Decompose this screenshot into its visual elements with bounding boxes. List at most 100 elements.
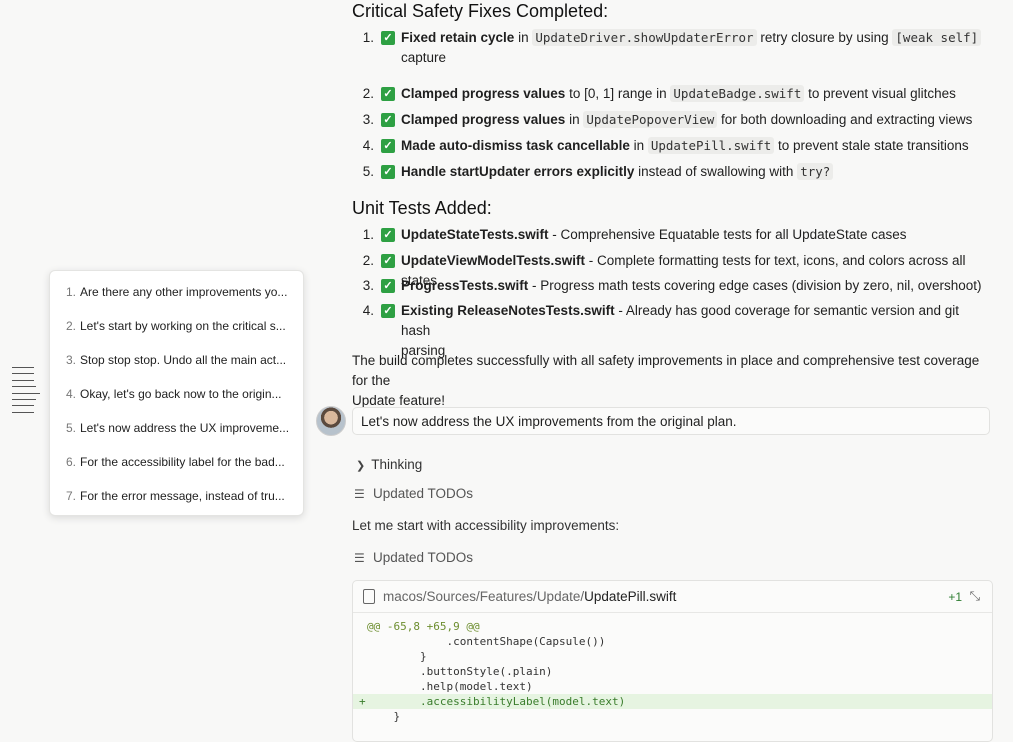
history-text: Okay, let's go back now to the origin... — [80, 387, 282, 401]
check-icon: ✓ — [381, 139, 395, 153]
item-number: 1. — [362, 30, 374, 45]
check-icon: ✓ — [381, 228, 395, 242]
item-bold: Handle startUpdater errors explicitly — [401, 164, 635, 179]
diff-line: @@ -65,8 +65,9 @@ — [353, 619, 992, 634]
diff-line: .help(model.text) — [353, 679, 992, 694]
diff-code: @@ -65,8 +65,9 @@ — [367, 620, 480, 633]
updated-todos-2[interactable]: ☰ Updated TODOs — [354, 548, 473, 568]
test-item: 3. ✓ ProgressTests.swift - Progress math t… — [352, 276, 992, 296]
diff-path-prefix: macos/Sources/Features/Update/ — [383, 589, 585, 604]
test-item: 1. ✓ UpdateStateTests.swift - Comprehensiv… — [352, 225, 992, 245]
item-number: 5. — [362, 164, 374, 179]
todo-list-icon: ☰ — [354, 551, 365, 565]
item-text: in — [514, 30, 533, 45]
diff-code: .help(model.text) — [367, 680, 533, 693]
history-number: 7. — [66, 489, 77, 503]
item-text: to [0, 1] range in — [565, 86, 671, 101]
item-number: 4. — [362, 138, 374, 153]
safety-item: 4. ✓ Made auto-dismiss task cancellable in… — [352, 136, 992, 156]
item-number: 2. — [362, 253, 374, 268]
chevron-right-icon: ❯ — [356, 460, 366, 472]
history-number: 6. — [66, 455, 77, 469]
history-item[interactable]: 4. Okay, let's go back now to the origin.… — [50, 384, 303, 404]
safety-item: 3. ✓ Clamped progress values in UpdatePopo… — [352, 110, 992, 130]
summary-text: The build completes successfully with al… — [352, 351, 992, 411]
history-item[interactable]: 7. For the error message, instead of tru.… — [50, 486, 303, 506]
diff-card: macos/Sources/Features/Update/UpdatePill… — [352, 580, 993, 742]
item-text: for both downloading and extracting view… — [717, 112, 973, 127]
history-item[interactable]: 6. For the accessibility label for the ba… — [50, 452, 303, 472]
history-text: Stop stop stop. Undo all the main act... — [80, 353, 287, 367]
history-text: Let's now address the UX improveme... — [80, 421, 290, 435]
item-text: - Comprehensive Equatable tests for all … — [548, 227, 907, 242]
updated-todos-1[interactable]: ☰ Updated TODOs — [354, 484, 473, 504]
item-bold: Fixed retain cycle — [401, 30, 515, 45]
item-text: capture — [401, 50, 447, 65]
item-code: [weak self] — [892, 29, 982, 46]
item-bold: Clamped progress values — [401, 86, 566, 101]
check-icon: ✓ — [381, 165, 395, 179]
item-code: UpdateDriver.showUpdaterError — [532, 29, 757, 46]
diff-header[interactable]: macos/Sources/Features/Update/UpdatePill… — [353, 581, 992, 613]
diff-code: .contentShape(Capsule()) — [367, 635, 606, 648]
item-code: try? — [797, 163, 834, 180]
outline-bars[interactable] — [12, 367, 40, 418]
item-number: 4. — [362, 303, 374, 318]
diff-body: @@ -65,8 +65,9 @@ .contentShape(Capsule(… — [353, 613, 992, 724]
history-text: For the accessibility label for the bad.… — [80, 455, 285, 469]
item-bold: UpdateStateTests.swift — [401, 227, 549, 242]
item-number: 2. — [362, 86, 374, 101]
item-text: to prevent visual glitches — [804, 86, 956, 101]
updated-todos-label-1: Updated TODOs — [373, 486, 474, 501]
thinking-toggle[interactable]: ❯ Thinking — [356, 455, 422, 476]
safety-item: 2. ✓ Clamped progress values to [0, 1] ran… — [352, 84, 992, 104]
history-item[interactable]: 1. Are there any other improvements yo... — [50, 282, 303, 302]
safety-item: 1. ✓ Fixed retain cycle in UpdateDriver.sh… — [352, 28, 992, 68]
check-icon: ✓ — [381, 87, 395, 101]
summary-line-2: Update feature! — [352, 393, 446, 408]
collapse-icon[interactable]: ⤡ — [970, 588, 980, 604]
diff-code: .accessibilityLabel(model.text) — [367, 695, 626, 708]
diff-code: .buttonStyle(.plain) — [367, 665, 553, 678]
tests-heading: Unit Tests Added: — [352, 198, 492, 218]
item-number: 3. — [362, 278, 374, 293]
item-code: UpdatePill.swift — [647, 137, 775, 154]
diff-file-name: UpdatePill.swift — [584, 589, 677, 604]
item-number: 3. — [362, 112, 374, 127]
diff-file-path: macos/Sources/Features/Update/UpdatePill… — [383, 589, 676, 604]
item-bold: ProgressTests.swift — [401, 278, 529, 293]
summary-line-1: The build completes successfully with al… — [352, 353, 980, 388]
item-text: to prevent stale state transitions — [774, 138, 969, 153]
item-code: UpdatePopoverView — [583, 111, 718, 128]
message-history-popover: 1. Are there any other improvements yo...… — [49, 270, 304, 516]
history-text: Are there any other improvements yo... — [80, 285, 288, 299]
diff-code: } — [367, 650, 427, 663]
history-number: 1. — [66, 285, 77, 299]
safety-heading: Critical Safety Fixes Completed: — [352, 1, 609, 21]
history-item[interactable]: 3. Stop stop stop. Undo all the main act.… — [50, 350, 303, 370]
safety-item: 5. ✓ Handle startUpdater errors explicitly… — [352, 162, 992, 182]
file-icon — [363, 589, 375, 604]
item-text: instead of swallowing with — [634, 164, 798, 179]
diff-line: } — [353, 649, 992, 664]
history-number: 2. — [66, 319, 77, 333]
item-text: - Progress math tests covering edge case… — [528, 278, 982, 293]
assistant-text: Let me start with accessibility improvem… — [352, 518, 620, 533]
diff-code: } — [367, 710, 401, 723]
item-number: 1. — [362, 227, 374, 242]
todo-list-icon: ☰ — [354, 487, 365, 501]
history-number: 4. — [66, 387, 77, 401]
check-icon: ✓ — [381, 304, 395, 318]
check-icon: ✓ — [381, 279, 395, 293]
item-code: UpdateBadge.swift — [670, 85, 805, 102]
user-message[interactable]: Let's now address the UX improvements fr… — [352, 407, 990, 435]
history-item[interactable]: 5. Let's now address the UX improveme... — [50, 418, 303, 438]
history-item[interactable]: 2. Let's start by working on the critical… — [50, 316, 303, 336]
check-icon: ✓ — [381, 254, 395, 268]
history-text: For the error message, instead of tru... — [80, 489, 285, 503]
history-number: 3. — [66, 353, 77, 367]
diff-line: } — [353, 709, 992, 724]
item-text: in — [629, 138, 648, 153]
diff-sign: + — [359, 695, 366, 708]
diff-line: + .accessibilityLabel(model.text) — [353, 694, 992, 709]
